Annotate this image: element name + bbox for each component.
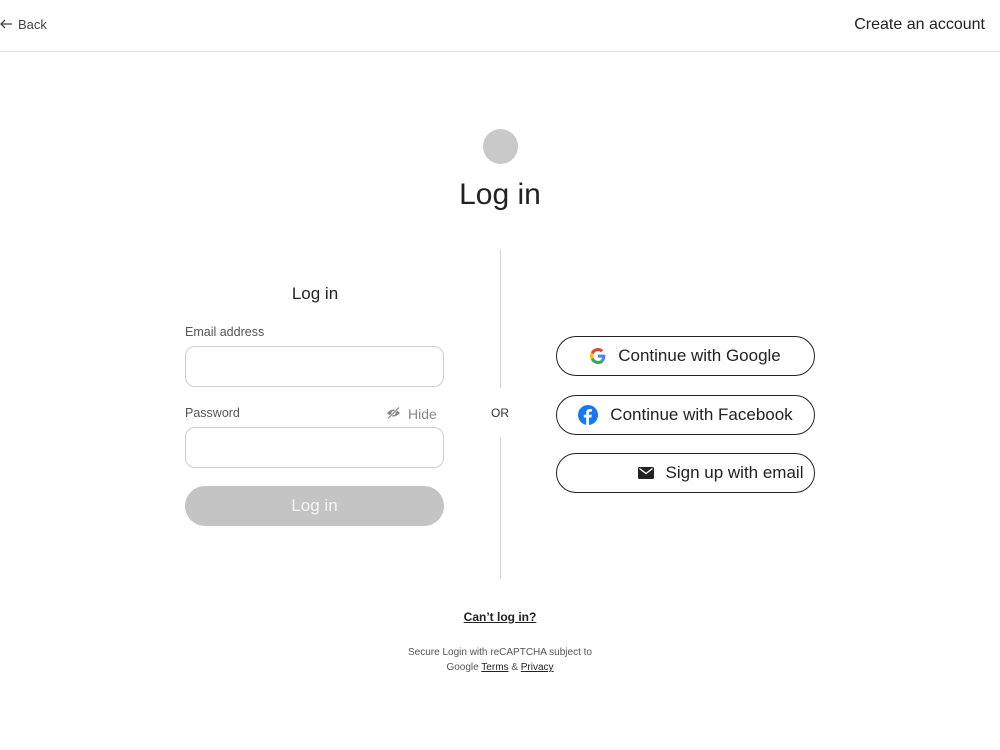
terms-link[interactable]: Terms [481, 662, 508, 673]
cant-login-link[interactable]: Can’t log in? [464, 610, 537, 624]
privacy-link[interactable]: Privacy [521, 662, 554, 673]
divider-line-top [500, 249, 501, 388]
or-divider: OR [491, 406, 509, 420]
facebook-icon [578, 405, 599, 425]
google-button-label: Continue with Google [618, 346, 781, 365]
divider-line-bottom [500, 438, 501, 579]
sign-up-with-email-button[interactable]: Sign up with email [556, 453, 815, 493]
continue-with-google-button[interactable]: Continue with Google [556, 336, 815, 376]
page-title: Log in [459, 178, 541, 211]
legal-google: Google [446, 662, 479, 673]
legal-amp: & [511, 662, 518, 673]
eye-slash-icon [386, 406, 408, 422]
logo [483, 129, 518, 164]
facebook-button-label: Continue with Facebook [610, 405, 793, 424]
legal-line-2: Google Terms & Privacy [0, 660, 1000, 675]
email-label: Email address [185, 325, 265, 339]
password-field[interactable] [185, 427, 444, 468]
password-label: Password [185, 406, 240, 420]
envelope-icon [637, 467, 654, 479]
email-button-label: Sign up with email [665, 463, 804, 482]
legal-line-1: Secure Login with reCAPTCHA subject to [408, 647, 592, 658]
hide-label: Hide [408, 406, 437, 422]
create-account-link[interactable]: Create an account [854, 16, 985, 34]
continue-with-facebook-button[interactable]: Continue with Facebook [556, 395, 815, 435]
recaptcha-notice: Secure Login with reCAPTCHA subject to G… [0, 645, 1000, 675]
back-link[interactable]: Back [0, 17, 47, 32]
email-field[interactable] [185, 346, 444, 387]
form-title: Log in [291, 284, 339, 303]
arrow-left-icon [0, 17, 18, 32]
hide-password-toggle[interactable]: Hide [386, 406, 437, 422]
google-icon [590, 348, 606, 364]
login-button[interactable]: Log in [185, 486, 444, 526]
top-bar: Back Create an account [0, 0, 1000, 52]
cant-login-container: Can’t log in? [0, 610, 1000, 624]
back-label: Back [18, 17, 47, 32]
